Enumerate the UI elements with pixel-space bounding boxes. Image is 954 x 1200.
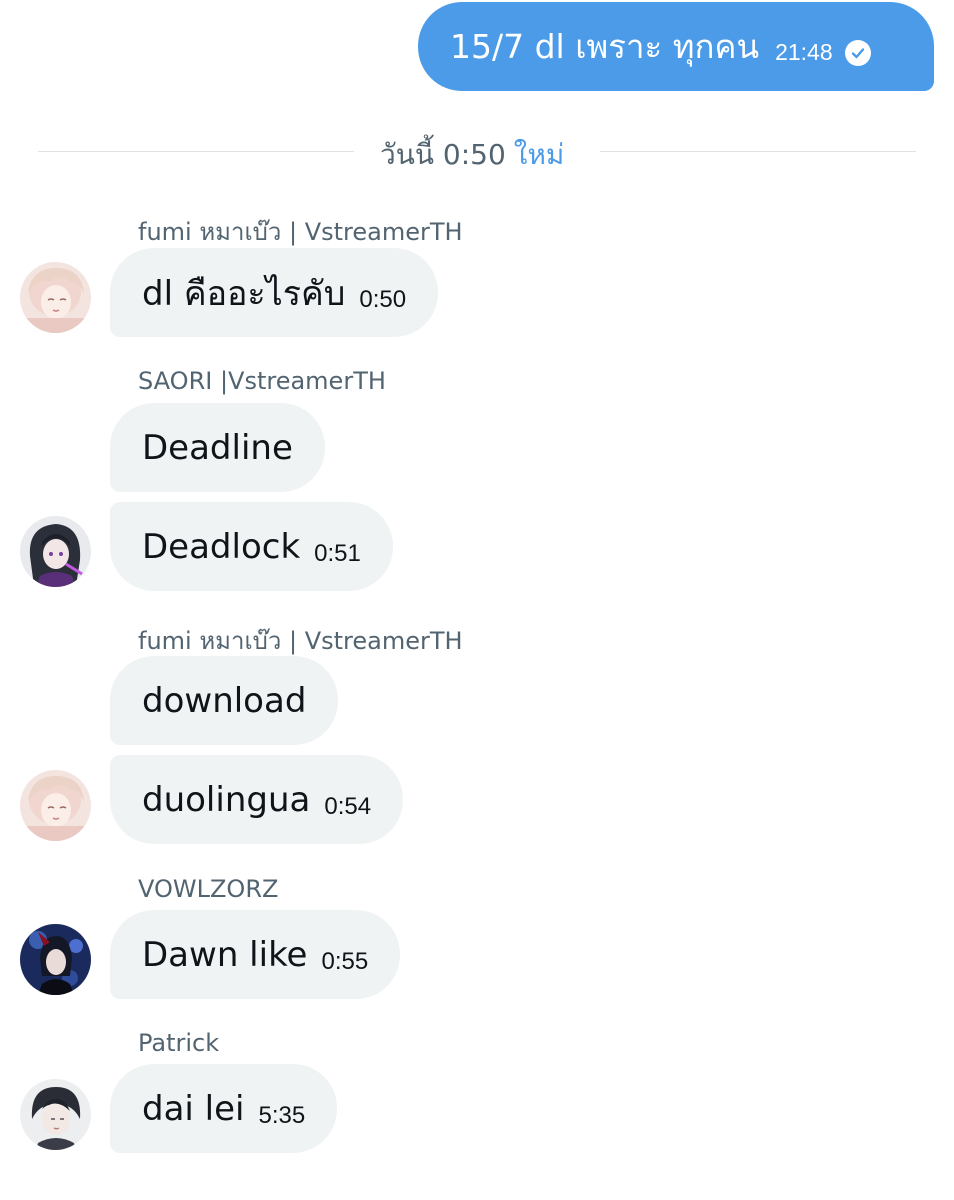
sender-name: SAORI |VstreamerTH bbox=[138, 367, 386, 395]
message-text: dl คืออะไรคับ bbox=[142, 273, 346, 314]
message-bubble[interactable]: download bbox=[110, 656, 339, 745]
message-time: 0:54 bbox=[324, 792, 372, 820]
message-text: Deadlock bbox=[142, 526, 301, 567]
message-time: 0:51 bbox=[314, 539, 361, 567]
message-time: 5:35 bbox=[258, 1101, 306, 1129]
message-text: duolingua bbox=[142, 779, 311, 820]
message-text: download bbox=[142, 680, 307, 721]
message-bubble[interactable]: dai lei 5:35 bbox=[110, 1064, 338, 1153]
message-bubble[interactable]: Dawn like 0:55 bbox=[110, 910, 401, 999]
avatar-fumi[interactable] bbox=[20, 262, 91, 333]
message-bubble[interactable]: dl คืออะไรคับ 0:50 bbox=[110, 248, 439, 337]
avatar-patrick[interactable] bbox=[20, 1079, 91, 1150]
message-bubble[interactable]: Deadlock 0:51 bbox=[110, 502, 393, 591]
avatar-fumi[interactable] bbox=[20, 770, 91, 841]
outgoing-message-bubble[interactable]: 15/7 dl เพราะ ทุกคน 21:48 bbox=[418, 2, 934, 91]
message-time: 0:50 bbox=[359, 285, 407, 313]
divider-line-right bbox=[600, 151, 916, 152]
sender-name: VOWLZORZ bbox=[138, 875, 279, 903]
message-text: dai lei bbox=[142, 1088, 245, 1129]
avatar-vowlzorz[interactable] bbox=[20, 924, 91, 995]
outgoing-message-time: 21:48 bbox=[775, 39, 833, 65]
date-divider: วันนี้ 0:50 ใหม่ bbox=[380, 133, 564, 177]
date-divider-label: วันนี้ 0:50 bbox=[380, 138, 506, 171]
outgoing-message-text: 15/7 dl เพราะ ทุกคน bbox=[450, 27, 760, 66]
message-bubble[interactable]: Deadline bbox=[110, 403, 325, 492]
sender-name: fumi หมาเบ๊ว | VstreamerTH bbox=[138, 218, 463, 246]
message-bubble[interactable]: duolingua 0:54 bbox=[110, 755, 404, 844]
message-text: Deadline bbox=[142, 427, 293, 468]
sent-check-icon bbox=[844, 39, 871, 66]
sender-name: Patrick bbox=[138, 1029, 220, 1057]
message-text: Dawn like bbox=[142, 934, 308, 975]
avatar-saori[interactable] bbox=[20, 516, 91, 587]
message-time: 0:55 bbox=[321, 947, 369, 975]
divider-line-left bbox=[38, 151, 354, 152]
new-messages-label: ใหม่ bbox=[513, 138, 565, 171]
sender-name: fumi หมาเบ๊ว | VstreamerTH bbox=[138, 627, 463, 655]
